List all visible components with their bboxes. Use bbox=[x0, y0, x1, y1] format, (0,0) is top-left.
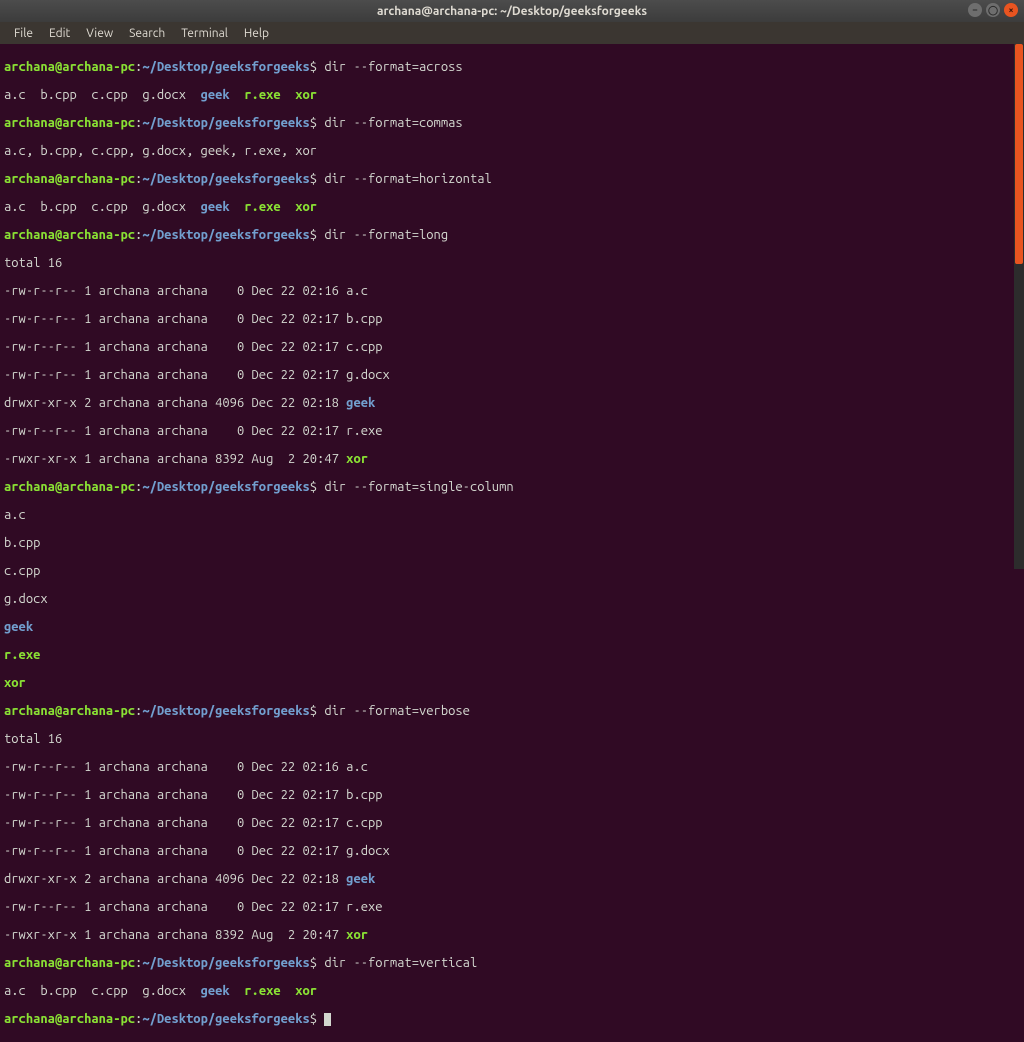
output-line: b.cpp bbox=[4, 536, 1020, 550]
menu-view[interactable]: View bbox=[78, 25, 121, 42]
command-text: dir --format=vertical bbox=[317, 956, 477, 970]
output-line: a.c b.cpp c.cpp g.docx geek r.exe xor bbox=[4, 984, 1020, 998]
output-line: r.exe bbox=[4, 648, 1020, 662]
menu-help[interactable]: Help bbox=[236, 25, 277, 42]
output-line: drwxr-xr-x 2 archana archana 4096 Dec 22… bbox=[4, 396, 1020, 410]
menu-file[interactable]: File bbox=[6, 25, 41, 42]
output-line: a.c bbox=[4, 508, 1020, 522]
output-line: total 16 bbox=[4, 732, 1020, 746]
output-line: a.c, b.cpp, c.cpp, g.docx, geek, r.exe, … bbox=[4, 144, 1020, 158]
output-line: xor bbox=[4, 676, 1020, 690]
close-button[interactable]: × bbox=[1004, 3, 1018, 17]
output-line: c.cpp bbox=[4, 564, 1020, 578]
window-controls: – ◯ × bbox=[968, 3, 1018, 17]
terminal-body[interactable]: archana@archana-pc:~/Desktop/geeksforgee… bbox=[0, 44, 1024, 1042]
output-line: -rw-r--r-- 1 archana archana 0 Dec 22 02… bbox=[4, 284, 1020, 298]
menu-search[interactable]: Search bbox=[121, 25, 173, 42]
titlebar: archana@archana-pc: ~/Desktop/geeksforge… bbox=[0, 0, 1024, 22]
output-line: -rw-r--r-- 1 archana archana 0 Dec 22 02… bbox=[4, 340, 1020, 354]
output-line: total 16 bbox=[4, 256, 1020, 270]
menu-terminal[interactable]: Terminal bbox=[173, 25, 236, 42]
output-line: -rwxr-xr-x 1 archana archana 8392 Aug 2 … bbox=[4, 452, 1020, 466]
prompt-path: ~/Desktop/geeksforgeeks bbox=[142, 60, 309, 74]
output-line: -rw-r--r-- 1 archana archana 0 Dec 22 02… bbox=[4, 816, 1020, 830]
scrollbar[interactable] bbox=[1014, 44, 1024, 569]
output-line: -rw-r--r-- 1 archana archana 0 Dec 22 02… bbox=[4, 760, 1020, 774]
command-text: dir --format=long bbox=[317, 228, 448, 242]
cursor-icon bbox=[324, 1013, 331, 1026]
output-line: a.c b.cpp c.cpp g.docx geek r.exe xor bbox=[4, 200, 1020, 214]
output-line: -rw-r--r-- 1 archana archana 0 Dec 22 02… bbox=[4, 312, 1020, 326]
output-line: g.docx bbox=[4, 592, 1020, 606]
prompt-userhost: archana@archana-pc bbox=[4, 60, 135, 74]
window-title: archana@archana-pc: ~/Desktop/geeksforge… bbox=[377, 5, 647, 18]
maximize-button[interactable]: ◯ bbox=[986, 3, 1000, 17]
command-text: dir --format=verbose bbox=[317, 704, 470, 718]
command-text bbox=[317, 1012, 324, 1026]
command-text: dir --format=horizontal bbox=[317, 172, 492, 186]
command-text: dir --format=across bbox=[317, 60, 463, 74]
exe-name: r.exe bbox=[244, 88, 280, 102]
output-line: -rw-r--r-- 1 archana archana 0 Dec 22 02… bbox=[4, 844, 1020, 858]
menubar: File Edit View Search Terminal Help bbox=[0, 22, 1024, 44]
output-line: -rw-r--r-- 1 archana archana 0 Dec 22 02… bbox=[4, 788, 1020, 802]
output-line: -rw-r--r-- 1 archana archana 0 Dec 22 02… bbox=[4, 900, 1020, 914]
output-line: drwxr-xr-x 2 archana archana 4096 Dec 22… bbox=[4, 872, 1020, 886]
scrollbar-thumb[interactable] bbox=[1015, 44, 1023, 264]
output-line: a.c b.cpp c.cpp g.docx geek r.exe xor bbox=[4, 88, 1020, 102]
output-line: geek bbox=[4, 620, 1020, 634]
menu-edit[interactable]: Edit bbox=[41, 25, 78, 42]
exe-name: xor bbox=[295, 88, 317, 102]
command-text: dir --format=commas bbox=[317, 116, 463, 130]
minimize-button[interactable]: – bbox=[968, 3, 982, 17]
output-line: -rw-r--r-- 1 archana archana 0 Dec 22 02… bbox=[4, 368, 1020, 382]
dir-name: geek bbox=[201, 88, 230, 102]
output-line: -rwxr-xr-x 1 archana archana 8392 Aug 2 … bbox=[4, 928, 1020, 942]
command-text: dir --format=single-column bbox=[317, 480, 514, 494]
output-line: -rw-r--r-- 1 archana archana 0 Dec 22 02… bbox=[4, 424, 1020, 438]
